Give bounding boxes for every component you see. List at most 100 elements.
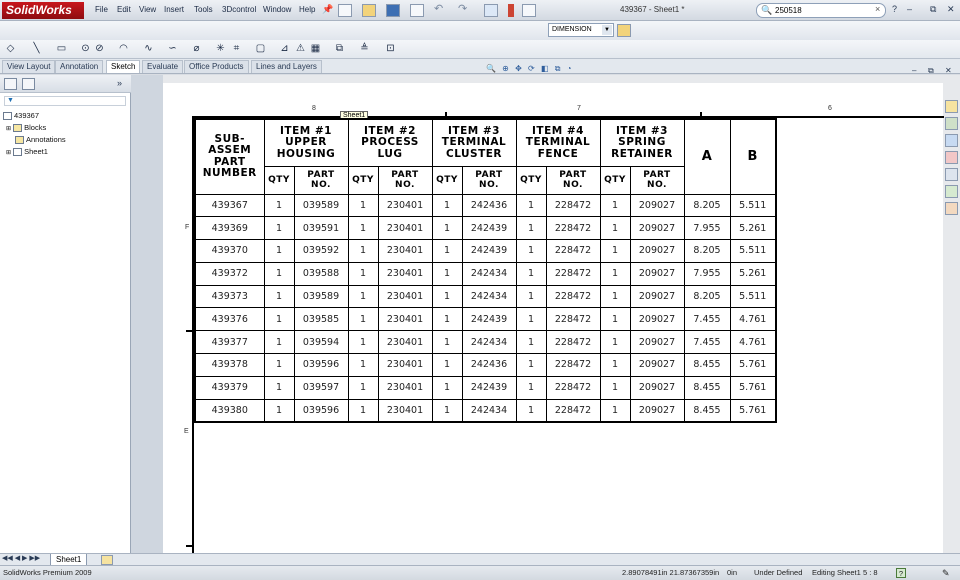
spline-icon[interactable]: ∿ [142, 43, 155, 55]
table-row[interactable]: 439379 1 039597 1 230401 1 242439 1 228472 1 20902… [194, 375, 777, 400]
file-explorer-icon[interactable] [945, 134, 958, 147]
table-cell: 1 [263, 193, 295, 218]
repair-sketch-icon[interactable]: ≜ [358, 43, 371, 55]
table-row[interactable]: 439376 1 039585 1 230401 1 242439 1 228472 1 20902… [194, 307, 777, 332]
smart-dimension-icon[interactable]: ◇ [4, 43, 17, 55]
open-folder-icon[interactable] [362, 4, 376, 17]
perimeter-circle-icon[interactable]: ⊘ [93, 43, 106, 55]
pattern-icon[interactable]: ▦ [309, 43, 322, 55]
search-box[interactable]: 🔍 × [756, 3, 886, 18]
search-icon[interactable]: 🔍 [761, 5, 772, 16]
tab-office-products[interactable]: Office Products [184, 60, 249, 73]
rectangle-icon[interactable]: ▭ [55, 43, 68, 55]
new-document-icon[interactable] [338, 4, 352, 17]
minimize-icon[interactable]: – [912, 66, 916, 75]
table-cell: 228472 [545, 398, 601, 423]
options-icon[interactable] [522, 4, 536, 17]
tab-sketch[interactable]: Sketch [106, 60, 141, 73]
redo-icon[interactable]: ↷ [458, 4, 472, 17]
tree-item-blocks[interactable]: ⊞ Blocks [6, 123, 46, 133]
chevron-down-icon[interactable]: ▼ [602, 25, 612, 35]
appearances-icon[interactable] [945, 185, 958, 198]
select-arrow-icon[interactable] [484, 4, 498, 17]
mirror-icon[interactable]: ⊿ [278, 43, 291, 55]
panel-splitter[interactable] [131, 75, 163, 553]
sheet-nav-arrows[interactable]: ◀◀ ◀ ▶ ▶▶ [2, 554, 40, 562]
table-row[interactable]: 439367 1 039589 1 230401 1 242436 1 228472 1 20902… [194, 193, 777, 218]
search-results-icon[interactable] [945, 151, 958, 164]
line-icon[interactable]: ╲ [30, 43, 43, 55]
menu-insert[interactable]: Insert [164, 5, 184, 14]
table-row[interactable]: 439373 1 039589 1 230401 1 242434 1 228472 1 20902… [194, 284, 777, 309]
minimize-icon[interactable]: – [907, 4, 912, 14]
save-icon[interactable] [386, 4, 400, 17]
dimension-style-select[interactable]: DIMENSION ▼ [548, 23, 614, 37]
table-cell: 230401 [377, 375, 433, 400]
home-icon[interactable] [945, 100, 958, 113]
expand-icon[interactable]: ⊞ [6, 150, 11, 156]
table-row[interactable]: 439372 1 039588 1 230401 1 242434 1 228472 1 20902… [194, 261, 777, 286]
close-window-icon[interactable]: ✕ [945, 66, 952, 75]
search-input[interactable] [775, 5, 871, 16]
sheet-scale[interactable]: 5 : 8 [863, 568, 878, 577]
expand-icon[interactable]: ⊞ [6, 126, 11, 132]
point-icon[interactable]: ✳ [214, 43, 227, 55]
menu-tools[interactable]: Tools [194, 5, 213, 14]
tree-root[interactable]: 439367 [3, 111, 39, 121]
library-icon[interactable] [945, 117, 958, 130]
help-icon[interactable]: ? [896, 568, 906, 578]
layer-icon[interactable] [617, 24, 631, 37]
move-entities-icon[interactable]: ⧉ [333, 43, 346, 55]
table-cell: 039596 [293, 353, 349, 377]
arc-icon[interactable]: ◠ [117, 43, 130, 55]
tab-annotation[interactable]: Annotation [55, 60, 104, 73]
menu-3dcontrol[interactable]: 3Dcontrol [222, 5, 256, 14]
pushpin-icon[interactable]: 📌 [322, 4, 336, 17]
circle-icon[interactable]: ⊙ [79, 43, 92, 55]
curve-icon[interactable]: ∽ [166, 43, 179, 55]
tab-evaluate[interactable]: Evaluate [142, 60, 184, 73]
table-cell: 5.261 [729, 261, 777, 286]
table-cell: 209027 [629, 216, 685, 241]
close-icon[interactable]: × [875, 4, 880, 14]
print-icon[interactable] [410, 4, 424, 17]
menu-edit[interactable]: Edit [117, 5, 131, 14]
rebuild-icon[interactable] [508, 4, 514, 17]
tab-view-layout[interactable]: View Layout [2, 60, 56, 73]
heads-up-view-toolbar[interactable]: 🔍 ⊕ ✥ ⟳ ◧ ⧉ ◔ [486, 64, 606, 76]
table-row[interactable]: 439377 1 039594 1 230401 1 242434 1 228472 1 20902… [194, 330, 777, 355]
property-manager-icon[interactable] [22, 78, 35, 90]
table-row[interactable]: 439380 1 039596 1 230401 1 242434 1 228472 1 20902… [194, 398, 777, 423]
table-cell: 1 [431, 216, 463, 241]
quick-tips-icon[interactable]: ✎ [942, 568, 950, 579]
custom-properties-icon[interactable] [945, 202, 958, 215]
expand-panel-icon[interactable]: » [117, 78, 122, 88]
part-number-table[interactable]: SUB- ASSEM PART NUMBER ITEM #1 UPPER HOU… [194, 118, 777, 423]
table-row[interactable]: 439378 1 039596 1 230401 1 242436 1 228472 1 20902… [194, 353, 777, 377]
trim-icon[interactable]: ⌗ [230, 43, 243, 55]
restore-icon[interactable]: ⧉ [930, 4, 936, 15]
table-cell: 039589 [293, 284, 349, 309]
menu-window[interactable]: Window [263, 5, 291, 14]
tree-item-sheet1[interactable]: ⊞ Sheet1 [6, 147, 48, 157]
restore-icon[interactable]: ⧉ [928, 66, 934, 76]
quick-snaps-icon[interactable]: ⊡ [384, 43, 397, 55]
help-icon[interactable]: ? [892, 4, 897, 14]
offset-icon[interactable]: ▢ [254, 43, 267, 55]
feature-tree-icon[interactable] [4, 78, 17, 90]
undo-icon[interactable]: ↶ [434, 4, 448, 17]
menu-view[interactable]: View [139, 5, 156, 14]
tree-item-annotations[interactable]: Annotations [15, 135, 66, 145]
solidworks-logo[interactable]: SolidWorks [2, 2, 84, 19]
close-window-icon[interactable]: ✕ [947, 4, 955, 15]
ellipse-icon[interactable]: ⌀ [190, 43, 203, 55]
table-row[interactable]: 439369 1 039591 1 230401 1 242439 1 228472 1 20902… [194, 216, 777, 241]
relation-icon[interactable]: ⚠ [294, 43, 307, 55]
menu-help[interactable]: Help [299, 5, 315, 14]
view-palette-icon[interactable] [945, 168, 958, 181]
tab-lines-and-layers[interactable]: Lines and Layers [251, 60, 322, 73]
filter-icon[interactable]: ▼ [4, 96, 126, 106]
add-sheet-icon[interactable] [101, 555, 113, 565]
menu-file[interactable]: File [95, 5, 108, 14]
table-row[interactable]: 439370 1 039592 1 230401 1 242439 1 228472 1 20902… [194, 239, 777, 263]
